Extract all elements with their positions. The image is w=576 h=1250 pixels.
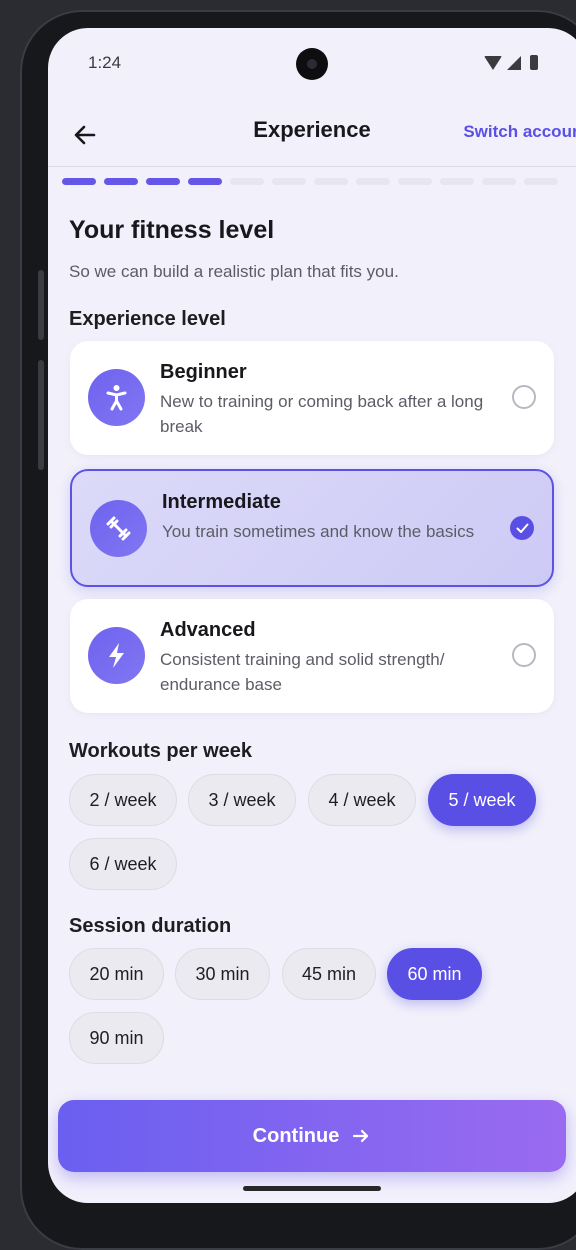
radio-button[interactable] — [512, 643, 536, 667]
progress-segment — [398, 178, 432, 185]
option-advanced[interactable]: Advanced Consistent training and solid s… — [70, 599, 554, 713]
option-description: New to training or coming back after a l… — [160, 392, 484, 436]
chip-workouts-4[interactable]: 4 / week — [308, 774, 416, 826]
continue-button[interactable]: Continue — [58, 1100, 566, 1172]
switch-account-link[interactable]: Switch account — [463, 122, 576, 142]
check-icon — [516, 523, 529, 533]
wifi-icon — [484, 56, 502, 70]
chip-workouts-6[interactable]: 6 / week — [69, 838, 177, 890]
progress-segment — [188, 178, 222, 185]
lightning-icon — [88, 627, 145, 684]
option-description: Consistent training and solid strength/ … — [160, 650, 445, 694]
battery-icon — [530, 55, 538, 70]
chip-workouts-5-selected[interactable]: 5 / week — [428, 774, 536, 826]
option-intermediate[interactable]: Intermediate You train sometimes and kno… — [70, 469, 554, 587]
system-icons — [484, 54, 538, 70]
radio-button-checked[interactable] — [510, 516, 534, 540]
chip-duration-60-selected[interactable]: 60 min — [387, 948, 482, 1000]
progress-segment — [146, 178, 180, 185]
status-time: 1:24 — [88, 53, 122, 72]
chip-duration-45[interactable]: 45 min — [282, 948, 376, 1000]
progress-segment — [230, 178, 264, 185]
option-description: You train sometimes and know the basics — [162, 522, 475, 541]
app-screen: 1:24 Experience Switch account Your fitn… — [48, 28, 576, 1203]
status-bar: 1:24 — [48, 28, 576, 98]
continue-label: Continue — [252, 1124, 340, 1147]
experience-level-label: Experience level — [69, 308, 226, 330]
chip-workouts-3[interactable]: 3 / week — [188, 774, 296, 826]
progress-segment — [104, 178, 138, 185]
session-duration-label: Session duration — [69, 915, 232, 937]
cellular-icon — [507, 56, 521, 70]
progress-segment — [482, 178, 516, 185]
section-heading: Your fitness level — [69, 216, 275, 244]
chip-duration-30[interactable]: 30 min — [175, 948, 270, 1000]
chip-duration-90[interactable]: 90 min — [69, 1012, 164, 1064]
volume-button — [38, 270, 44, 340]
progress-segment — [356, 178, 390, 185]
arrow-right-icon — [353, 1129, 369, 1143]
person-icon — [88, 369, 145, 426]
dumbbell-icon — [90, 500, 147, 557]
section-subheading: So we can build a realistic plan that fi… — [69, 262, 399, 281]
progress-segment — [440, 178, 474, 185]
progress-segment — [314, 178, 348, 185]
progress-segment — [524, 178, 558, 185]
option-title: Intermediate — [162, 491, 281, 513]
option-beginner[interactable]: Beginner New to training or coming back … — [70, 341, 554, 455]
radio-button[interactable] — [512, 385, 536, 409]
chip-workouts-2[interactable]: 2 / week — [69, 774, 177, 826]
chip-duration-20[interactable]: 20 min — [69, 948, 164, 1000]
front-camera — [296, 48, 328, 80]
option-title: Advanced — [160, 619, 256, 641]
progress-segment — [272, 178, 306, 185]
workouts-per-week-label: Workouts per week — [69, 740, 253, 762]
option-title: Beginner — [160, 361, 247, 383]
app-header: Experience Switch account — [48, 108, 576, 167]
step-progress-bar — [62, 178, 558, 185]
home-indicator[interactable] — [243, 1186, 381, 1191]
power-button — [38, 360, 44, 470]
progress-segment — [62, 178, 96, 185]
